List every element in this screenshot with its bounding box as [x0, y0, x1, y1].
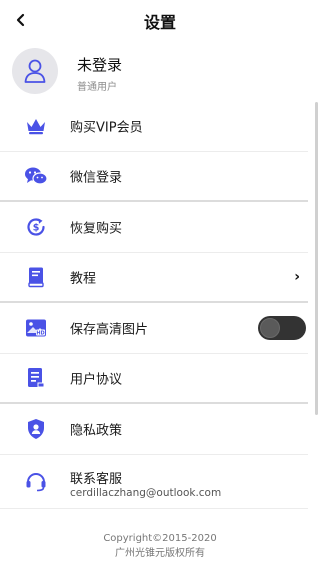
user-icon: [24, 59, 46, 83]
scrollbar[interactable]: [315, 102, 318, 415]
menu-item-privacy-policy[interactable]: 隐私政策: [0, 404, 308, 455]
restore-purchase-icon: $: [24, 215, 48, 239]
menu-item-buy-vip[interactable]: 购买VIP会员: [0, 101, 308, 152]
svg-text:$: $: [33, 222, 40, 233]
menu-item-label: 教程: [70, 271, 97, 287]
menu-item-wechat-login[interactable]: 微信登录: [0, 152, 308, 202]
footer: Copyright©2015-2020 广州光锥元版权所有: [0, 531, 320, 561]
menu-item-tutorial[interactable]: 教程 ›: [0, 253, 308, 303]
avatar[interactable]: [12, 48, 58, 94]
menu-item-label: 购买VIP会员: [70, 120, 143, 136]
profile-subtitle: 普通用户: [77, 82, 117, 93]
menu-item-restore-purchase[interactable]: $ 恢复购买: [0, 202, 308, 253]
copyright-text: Copyright©2015-2020: [103, 533, 217, 544]
crown-icon: [24, 114, 48, 138]
menu-item-save-hd-images[interactable]: HD 保存高清图片: [0, 303, 308, 354]
profile-section[interactable]: 未登录 普通用户: [0, 44, 320, 100]
toggle-knob: [260, 317, 280, 338]
chevron-right-icon: ›: [294, 268, 300, 285]
document-icon: [24, 366, 48, 390]
menu-item-user-agreement[interactable]: 用户协议: [0, 354, 308, 404]
profile-name: 未登录: [77, 56, 123, 74]
support-email[interactable]: cerdillaczhang@outlook.com: [70, 487, 221, 499]
page-title: 设置: [143, 13, 176, 32]
shield-user-icon: [24, 417, 48, 441]
headset-icon: [24, 469, 48, 493]
hd-image-icon: HD: [24, 316, 48, 340]
menu-item-label: 用户协议: [70, 372, 123, 388]
menu-item-label: 恢复购买: [70, 221, 123, 237]
menu-item-label: 保存高清图片: [70, 322, 149, 338]
header-bar: 设置: [0, 0, 320, 40]
menu-item-contact-support[interactable]: 联系客服 cerdillaczhang@outlook.com: [0, 455, 308, 509]
save-hd-toggle[interactable]: [258, 315, 306, 340]
company-text: 广州光锥元版权所有: [115, 548, 205, 559]
settings-list: 购买VIP会员 微信登录 $ 恢复购买 教程 › HD 保存高清图片 用户协议 …: [0, 101, 308, 509]
svg-text:HD: HD: [36, 330, 44, 336]
wechat-icon: [24, 164, 48, 188]
menu-item-label: 微信登录: [70, 170, 123, 186]
menu-item-label: 隐私政策: [70, 423, 123, 439]
menu-item-label: 联系客服: [70, 471, 123, 487]
book-icon: [24, 265, 48, 289]
